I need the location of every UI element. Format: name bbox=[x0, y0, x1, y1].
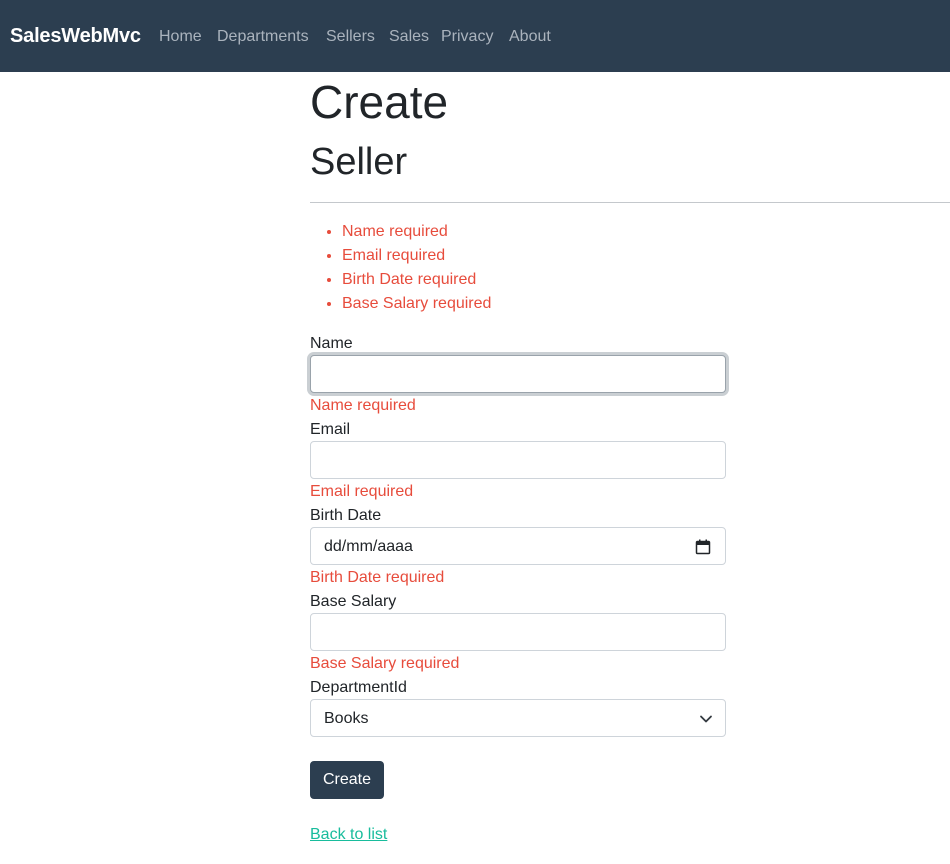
nav-link-sales[interactable]: Sales bbox=[389, 27, 429, 47]
divider bbox=[310, 202, 950, 203]
department-select[interactable]: Books bbox=[310, 699, 726, 737]
nav-link-sellers[interactable]: Sellers bbox=[326, 27, 375, 47]
validation-summary-item: Name required bbox=[342, 220, 491, 244]
create-button[interactable]: Create bbox=[310, 761, 384, 799]
birth-date-label: Birth Date bbox=[310, 507, 382, 524]
brand-link[interactable]: SalesWebMvc bbox=[10, 24, 141, 48]
nav-link-about[interactable]: About bbox=[509, 27, 551, 47]
base-salary-label: Base Salary bbox=[310, 593, 397, 610]
validation-summary-item: Email required bbox=[342, 244, 491, 268]
navbar: SalesWebMvc Home Departments Sellers Sal… bbox=[0, 0, 950, 72]
page-title: Create bbox=[310, 76, 449, 128]
nav-link-departments[interactable]: Departments bbox=[217, 27, 309, 47]
calendar-icon[interactable] bbox=[695, 539, 711, 555]
base-salary-error: Base Salary required bbox=[310, 655, 460, 672]
chevron-down-icon bbox=[700, 715, 712, 723]
nav-link-privacy[interactable]: Privacy bbox=[441, 27, 493, 47]
base-salary-input[interactable] bbox=[310, 613, 726, 651]
name-label: Name bbox=[310, 335, 353, 352]
birth-date-input[interactable]: dd/mm/aaaa bbox=[310, 527, 726, 565]
validation-summary-item: Birth Date required bbox=[342, 268, 491, 292]
name-error: Name required bbox=[310, 397, 416, 414]
back-to-list-link[interactable]: Back to list bbox=[310, 825, 387, 845]
birth-date-error: Birth Date required bbox=[310, 569, 445, 586]
email-error: Email required bbox=[310, 483, 414, 500]
birth-date-placeholder: dd/mm/aaaa bbox=[324, 538, 413, 555]
department-selected-value: Books bbox=[324, 710, 369, 727]
validation-summary-item: Base Salary required bbox=[342, 292, 491, 316]
nav-link-home[interactable]: Home bbox=[159, 27, 202, 47]
validation-summary: Name required Email required Birth Date … bbox=[310, 220, 491, 316]
name-input[interactable] bbox=[310, 355, 726, 393]
department-label: DepartmentId bbox=[310, 679, 407, 696]
email-label: Email bbox=[310, 421, 351, 438]
page-subtitle: Seller bbox=[310, 141, 408, 183]
email-input[interactable] bbox=[310, 441, 726, 479]
